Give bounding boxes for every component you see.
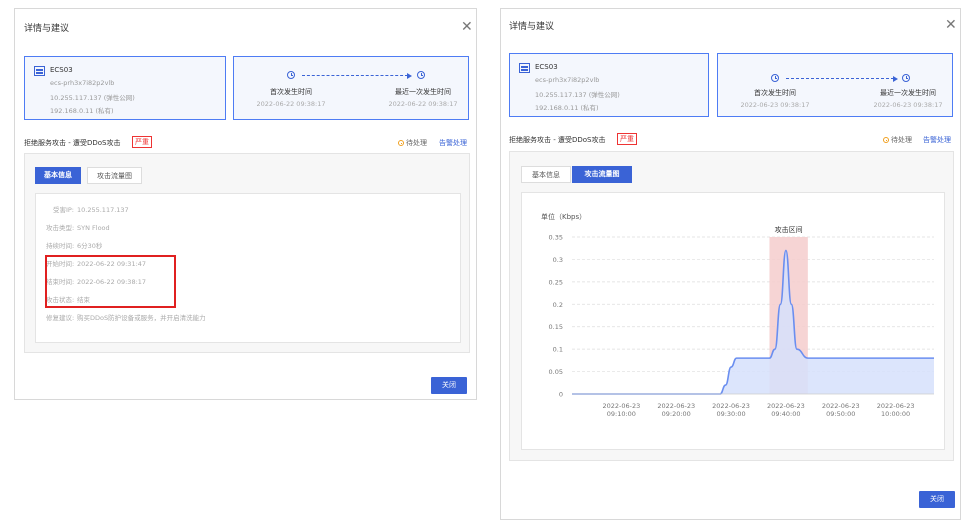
last-time-label: 最近一次发生时间 [880, 89, 936, 97]
traffic-area [572, 250, 934, 394]
first-time-value: 2022-06-22 09:38:17 [256, 100, 326, 108]
attack-zone-label: 攻击区间 [775, 225, 803, 234]
status-pending: 待处理 [883, 135, 912, 145]
dialog-title: 详情与建议 [509, 22, 555, 32]
clock-icon [902, 74, 910, 82]
chart-panel: 单位（Kbps） 0 0.05 0.1 0.15 0.2 0.25 0.3 0.35 攻击区间 20… [521, 192, 945, 450]
x-tick-date: 2022-06-23 [712, 402, 750, 410]
close-button[interactable]: 关闭 [919, 491, 955, 508]
timeline-card: 首次发生时间 最近一次发生时间 2022-06-22 09:38:17 2022… [233, 56, 469, 120]
detail-victim-ip: 受害IP: 10.255.117.137 [52, 206, 129, 214]
resource-public-ip: 10.255.117.137 (弹性公网) [50, 94, 135, 102]
server-icon [519, 63, 530, 73]
y-tick-label: 0.35 [549, 234, 563, 242]
pending-icon [883, 137, 889, 143]
first-time-label: 首次发生时间 [754, 89, 796, 97]
resource-name: ECS03 [535, 63, 558, 71]
x-tick-time: 09:30:00 [716, 410, 745, 418]
timeline-arrow-icon [786, 75, 898, 82]
resource-id: ecs-prh3x7i82p2vlb [50, 79, 115, 87]
last-time-value: 2022-06-22 09:38:17 [388, 100, 458, 108]
first-time-value: 2022-06-23 09:38:17 [740, 101, 810, 109]
x-tick-date: 2022-06-23 [602, 402, 640, 410]
y-tick-label: 0.1 [553, 346, 563, 354]
severity-badge: 严重 [617, 133, 637, 145]
clock-icon [417, 71, 425, 79]
x-tick-time: 09:20:00 [662, 410, 691, 418]
y-tick-label: 0.3 [553, 256, 563, 264]
last-time-value: 2022-06-23 09:38:17 [873, 101, 943, 109]
traffic-chart: 单位（Kbps） 0 0.05 0.1 0.15 0.2 0.25 0.3 0.35 攻击区间 20… [541, 212, 934, 418]
tab-basic-info[interactable]: 基本信息 [521, 166, 571, 183]
resource-card: ECS03 ecs-prh3x7i82p2vlb 10.255.117.137 … [509, 53, 709, 117]
close-icon[interactable]: ✕ [945, 18, 957, 32]
resource-name: ECS03 [50, 66, 73, 74]
timeline-arrow-icon [302, 72, 412, 79]
last-time-label: 最近一次发生时间 [395, 88, 451, 96]
x-tick-time: 09:40:00 [771, 410, 800, 418]
x-tick-time: 09:10:00 [607, 410, 636, 418]
x-tick-time: 10:00:00 [881, 410, 910, 418]
y-tick-label: 0 [559, 391, 563, 399]
resource-id: ecs-prh3x7i82p2vlb [535, 76, 600, 84]
y-tick-label: 0.2 [553, 301, 563, 309]
y-tick-label: 0.15 [549, 323, 563, 331]
status-label: 待处理 [406, 139, 427, 147]
event-title: 拒绝服务攻击 - 遭受DDoS攻击 [509, 136, 606, 144]
resource-card: ECS03 ecs-prh3x7i82p2vlb 10.255.117.137 … [24, 56, 226, 120]
chart-unit-label: 单位（Kbps） [541, 212, 586, 221]
close-button[interactable]: 关闭 [431, 377, 467, 394]
tab-container: 基本信息 攻击流量图 单位（Kbps） 0 0.05 0.1 0.15 0.2 0.25 0.… [509, 151, 954, 461]
y-tick-label: 0.05 [549, 368, 563, 376]
resource-public-ip: 10.255.117.137 (弹性公网) [535, 91, 620, 99]
clock-icon [771, 74, 779, 82]
close-icon[interactable]: ✕ [461, 20, 473, 34]
detail-fix-suggestion: 修复建议: 购买DDoS防护设备或服务，并开启清洗能力 [46, 314, 206, 322]
resource-private-ip: 192.168.0.11 (私有) [50, 107, 114, 115]
severity-badge: 严重 [132, 136, 152, 148]
details-dialog-traffic-chart: 详情与建议 ✕ ECS03 ecs-prh3x7i82p2vlb 10.255.… [500, 8, 961, 520]
dialog-title: 详情与建议 [24, 24, 70, 34]
detail-attack-type: 攻击类型: SYN Flood [46, 224, 110, 232]
alarm-handle-link[interactable]: 告警处理 [923, 135, 951, 145]
x-tick-date: 2022-06-23 [657, 402, 695, 410]
status-pending: 待处理 [398, 138, 427, 148]
highlight-box [45, 255, 176, 308]
alarm-handle-link[interactable]: 告警处理 [439, 138, 467, 148]
x-tick-date: 2022-06-23 [877, 402, 915, 410]
details-dialog-basic-info: 详情与建议 ✕ ECS03 ecs-prh3x7i82p2vlb 10.255.… [14, 8, 477, 400]
event-title: 拒绝服务攻击 - 遭受DDoS攻击 [24, 139, 121, 147]
resource-private-ip: 192.168.0.11 (私有) [535, 104, 599, 112]
y-tick-label: 0.25 [549, 278, 563, 286]
tab-basic-info[interactable]: 基本信息 [35, 167, 81, 184]
status-label: 待处理 [891, 136, 912, 144]
x-tick-date: 2022-06-23 [767, 402, 805, 410]
x-tick-date: 2022-06-23 [822, 402, 860, 410]
tab-attack-traffic[interactable]: 攻击流量图 [572, 166, 632, 183]
server-icon [34, 66, 45, 76]
timeline-card: 首次发生时间 最近一次发生时间 2022-06-23 09:38:17 2022… [717, 53, 953, 117]
pending-icon [398, 140, 404, 146]
x-tick-time: 09:50:00 [826, 410, 855, 418]
tab-attack-traffic[interactable]: 攻击流量图 [87, 167, 142, 184]
first-time-label: 首次发生时间 [270, 88, 312, 96]
tab-container: 基本信息 攻击流量图 受害IP: 10.255.117.137 攻击类型: SYN … [24, 153, 470, 353]
clock-icon [287, 71, 295, 79]
detail-duration: 持续时间: 6分30秒 [46, 242, 103, 250]
